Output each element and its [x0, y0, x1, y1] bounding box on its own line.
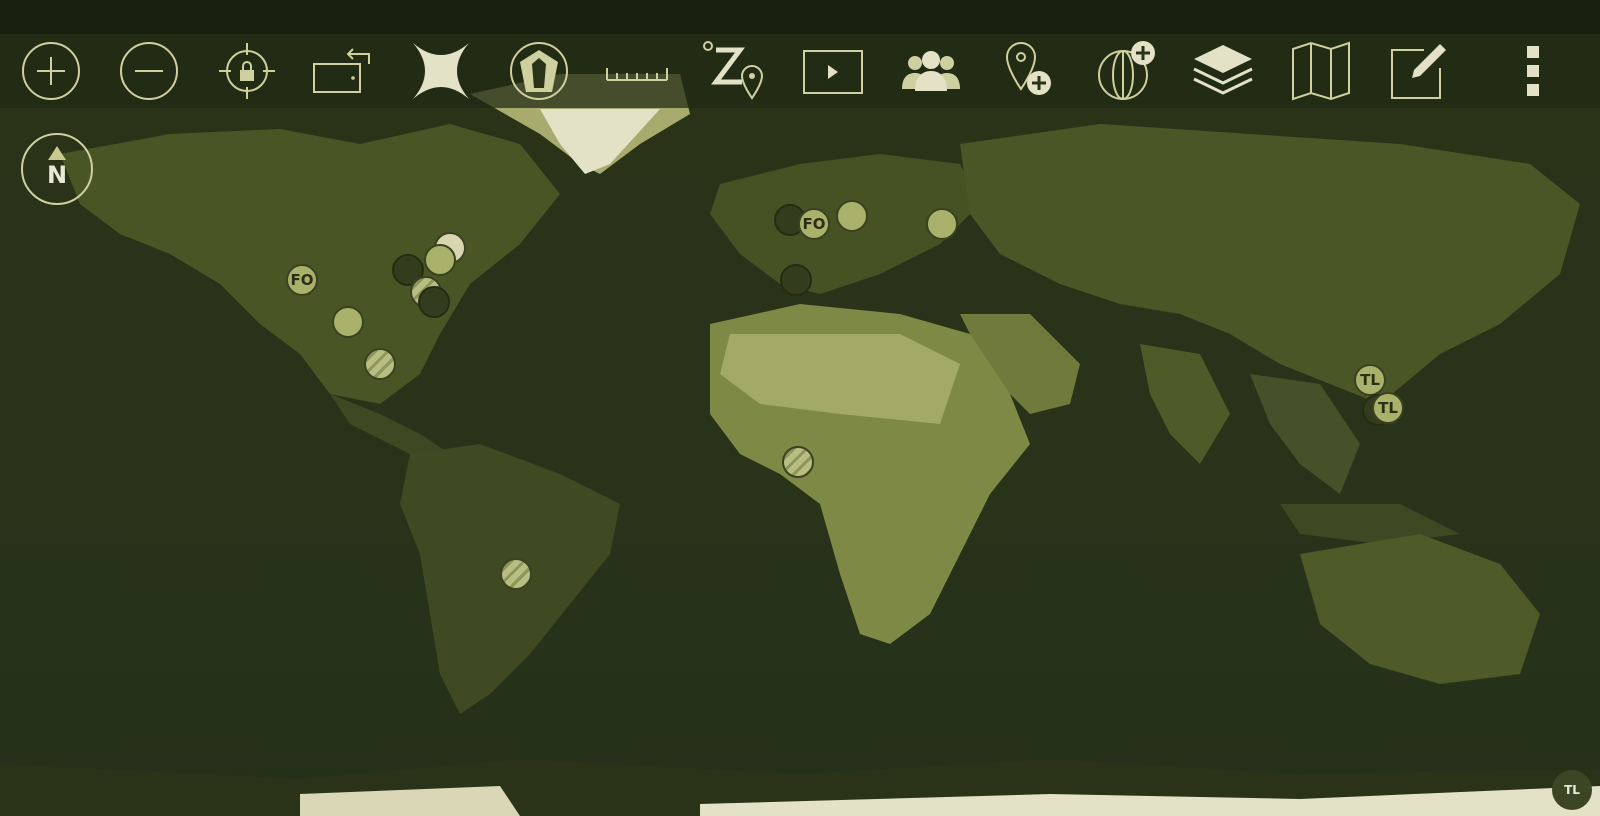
- map-marker[interactable]: [424, 244, 456, 276]
- map-marker-fo[interactable]: FO: [286, 264, 318, 296]
- map-marker[interactable]: [500, 558, 532, 590]
- add-globe-icon: [1098, 41, 1155, 100]
- rotate-screen-button[interactable]: [306, 34, 380, 108]
- edit-icon: [1391, 44, 1446, 99]
- compass-rose-button[interactable]: [502, 34, 576, 108]
- add-globe-button[interactable]: [1090, 34, 1164, 108]
- contacts-button[interactable]: [894, 34, 968, 108]
- lock-location-button[interactable]: [210, 34, 284, 108]
- rotate-screen-icon: [313, 48, 370, 93]
- world-map[interactable]: [0, 34, 1600, 816]
- north-compass-button[interactable]: N: [21, 133, 93, 205]
- map-button[interactable]: [1284, 34, 1358, 108]
- zoom-out-icon: [120, 42, 178, 100]
- edit-button[interactable]: [1382, 34, 1456, 108]
- compass-label: N: [46, 161, 68, 189]
- map-toolbar: [0, 34, 1600, 108]
- map-marker-tl[interactable]: TL: [1372, 392, 1404, 424]
- crosshair-x-button[interactable]: [404, 34, 478, 108]
- map-marker[interactable]: [332, 306, 364, 338]
- lock-location-icon: [219, 43, 275, 99]
- zoom-in-button[interactable]: [14, 34, 88, 108]
- app-badge[interactable]: TL: [1552, 770, 1592, 810]
- contacts-icon: [902, 51, 960, 91]
- ruler-icon: [606, 68, 668, 81]
- marker-label: TL: [1360, 371, 1380, 389]
- map-marker[interactable]: [364, 348, 396, 380]
- map-landmasses: [0, 74, 1600, 816]
- map-marker-fo[interactable]: FO: [798, 208, 830, 240]
- zoom-to-location-icon: [703, 41, 764, 100]
- map-marker[interactable]: [418, 286, 450, 318]
- status-bar: [0, 0, 1600, 34]
- map-marker-tl[interactable]: TL: [1354, 364, 1386, 396]
- map-marker[interactable]: [836, 200, 868, 232]
- zoom-in-icon: [22, 42, 80, 100]
- badge-label: TL: [1564, 783, 1580, 797]
- map-marker[interactable]: [782, 446, 814, 478]
- add-point-button[interactable]: [992, 34, 1066, 108]
- map-icon: [1292, 41, 1350, 101]
- zoom-out-button[interactable]: [112, 34, 186, 108]
- more-menu-button[interactable]: [1496, 34, 1570, 108]
- compass-rose-icon: [510, 42, 568, 100]
- play-video-button[interactable]: [796, 34, 870, 108]
- zoom-to-location-button[interactable]: [698, 34, 772, 108]
- ruler-button[interactable]: [600, 34, 674, 108]
- marker-label: FO: [290, 271, 314, 289]
- marker-label: FO: [802, 215, 826, 233]
- marker-label: TL: [1378, 399, 1398, 417]
- map-marker[interactable]: [780, 264, 812, 296]
- play-video-icon: [803, 50, 863, 94]
- more-menu-icon: [1527, 46, 1539, 96]
- crosshair-x-icon: [413, 43, 469, 99]
- north-arrow-icon: [48, 146, 66, 160]
- layers-icon: [1193, 45, 1253, 95]
- layers-button[interactable]: [1186, 34, 1260, 108]
- add-point-icon: [1005, 41, 1051, 95]
- map-marker[interactable]: [926, 208, 958, 240]
